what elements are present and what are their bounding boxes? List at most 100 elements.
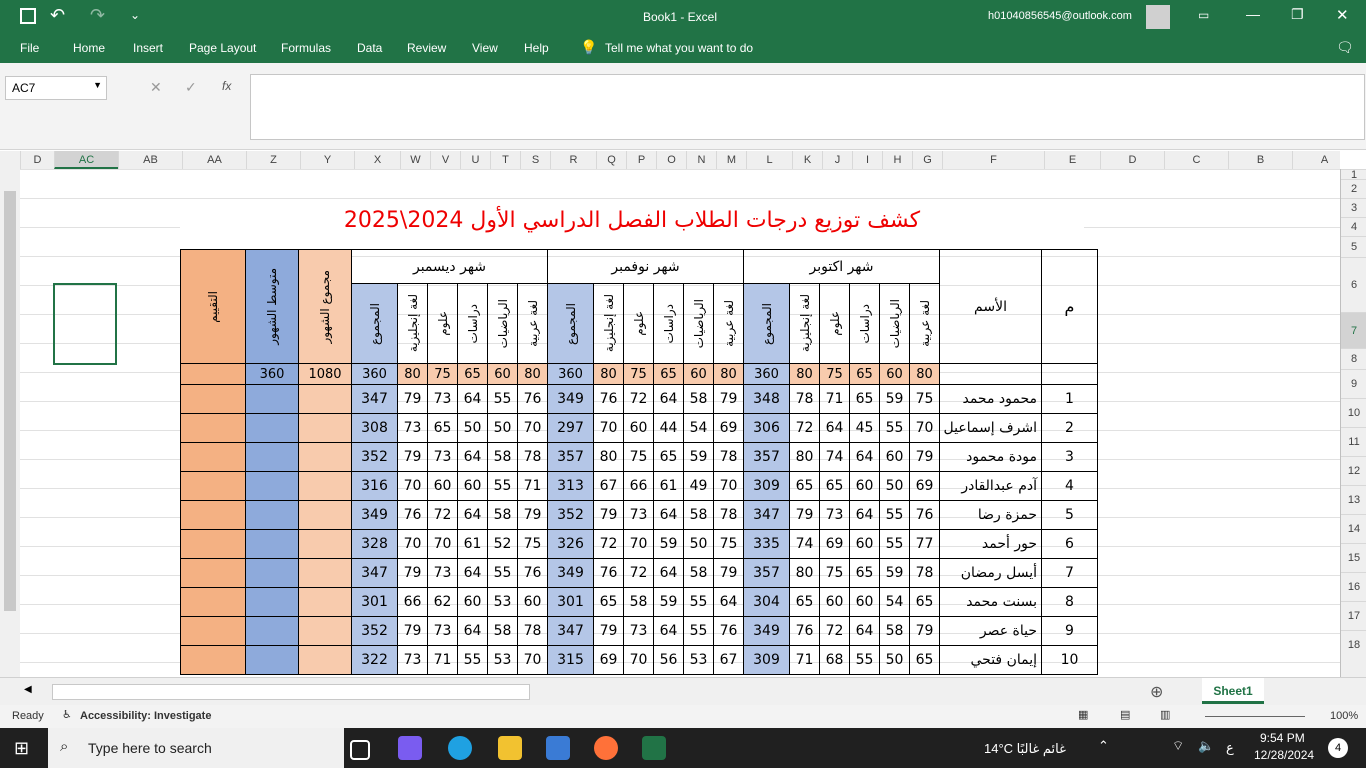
empty-cell[interactable] bbox=[939, 363, 1042, 385]
student-score[interactable]: 60 bbox=[457, 587, 488, 617]
tab-view[interactable]: View bbox=[472, 41, 498, 55]
student-month-total[interactable]: 348 bbox=[743, 384, 790, 414]
student-index[interactable]: 2 bbox=[1041, 413, 1098, 443]
student-score[interactable]: 62 bbox=[427, 587, 458, 617]
ribbon-display-icon[interactable]: ▭ bbox=[1198, 8, 1209, 22]
taskbar-search[interactable]: ⌕ Type here to search bbox=[48, 728, 344, 768]
row-header[interactable]: 17 bbox=[1341, 601, 1366, 630]
student-score[interactable]: 73 bbox=[623, 616, 654, 646]
student-score[interactable]: 67 bbox=[713, 645, 744, 675]
insert-function-icon[interactable]: fx bbox=[222, 79, 231, 93]
student-score[interactable]: 72 bbox=[427, 500, 458, 530]
header-subject[interactable]: لغة إنجليزية bbox=[397, 283, 428, 364]
student-score[interactable]: 65 bbox=[789, 587, 820, 617]
comments-icon[interactable]: 🗨 bbox=[1336, 39, 1354, 56]
sheet-tab-sheet1[interactable]: Sheet1 bbox=[1202, 678, 1264, 704]
student-score[interactable]: 55 bbox=[683, 587, 714, 617]
student-score[interactable]: 55 bbox=[879, 413, 910, 443]
student-score[interactable]: 66 bbox=[397, 587, 428, 617]
row-header[interactable]: 7 bbox=[1341, 312, 1366, 348]
column-header[interactable]: T bbox=[490, 151, 520, 169]
max-score[interactable]: 80 bbox=[397, 363, 428, 385]
row-header[interactable]: 4 bbox=[1341, 217, 1366, 236]
column-header[interactable]: E bbox=[1044, 151, 1100, 169]
header-subject[interactable]: المجموع bbox=[547, 283, 594, 364]
student-grade[interactable] bbox=[180, 500, 246, 530]
max-score[interactable]: 65 bbox=[849, 363, 880, 385]
student-month-total[interactable]: 352 bbox=[351, 616, 398, 646]
student-name[interactable]: حور أحمد bbox=[939, 529, 1042, 559]
weather[interactable]: 14°C غائم غالبًا bbox=[984, 741, 1066, 757]
student-score[interactable]: 79 bbox=[397, 558, 428, 588]
selected-cell[interactable] bbox=[53, 283, 117, 365]
student-month-total[interactable]: 347 bbox=[351, 558, 398, 588]
student-grade[interactable] bbox=[180, 529, 246, 559]
student-index[interactable]: 7 bbox=[1041, 558, 1098, 588]
student-score[interactable]: 60 bbox=[849, 587, 880, 617]
student-month-total[interactable]: 357 bbox=[547, 442, 594, 472]
max-score[interactable]: 360 bbox=[547, 363, 594, 385]
header-subject[interactable]: الرياضيات bbox=[487, 283, 518, 364]
page-break-view-icon[interactable]: ▥ bbox=[1160, 708, 1170, 721]
student-score[interactable]: 55 bbox=[849, 645, 880, 675]
tab-page-layout[interactable]: Page Layout bbox=[189, 41, 256, 55]
header-subject[interactable]: علوم bbox=[427, 283, 458, 364]
student-score[interactable]: 74 bbox=[789, 529, 820, 559]
student-score[interactable]: 64 bbox=[457, 616, 488, 646]
file-explorer-icon[interactable] bbox=[498, 736, 522, 760]
student-month-total[interactable]: 309 bbox=[743, 645, 790, 675]
student-avg[interactable] bbox=[245, 500, 299, 530]
student-score[interactable]: 64 bbox=[819, 413, 850, 443]
row-header[interactable]: 14 bbox=[1341, 514, 1366, 543]
excel-icon[interactable] bbox=[642, 736, 666, 760]
student-month-total[interactable]: 326 bbox=[547, 529, 594, 559]
student-month-total[interactable]: 357 bbox=[743, 558, 790, 588]
student-score[interactable]: 58 bbox=[487, 442, 518, 472]
max-grade[interactable] bbox=[180, 363, 246, 385]
student-sum[interactable] bbox=[298, 616, 352, 646]
header-subject[interactable]: لغة عربية bbox=[517, 283, 548, 364]
student-score[interactable]: 78 bbox=[517, 442, 548, 472]
student-score[interactable]: 76 bbox=[789, 616, 820, 646]
enter-formula-icon[interactable]: ✓ bbox=[185, 79, 197, 96]
column-header[interactable]: P bbox=[626, 151, 656, 169]
student-sum[interactable] bbox=[298, 558, 352, 588]
student-score[interactable]: 65 bbox=[849, 558, 880, 588]
chevron-down-icon[interactable]: ▼ bbox=[93, 80, 102, 90]
max-score[interactable]: 60 bbox=[683, 363, 714, 385]
student-score[interactable]: 70 bbox=[427, 529, 458, 559]
save-icon[interactable] bbox=[20, 8, 36, 24]
student-score[interactable]: 75 bbox=[517, 529, 548, 559]
student-score[interactable]: 79 bbox=[909, 442, 940, 472]
student-sum[interactable] bbox=[298, 587, 352, 617]
max-score[interactable]: 80 bbox=[789, 363, 820, 385]
max-score[interactable]: 360 bbox=[351, 363, 398, 385]
student-score[interactable]: 75 bbox=[623, 442, 654, 472]
student-score[interactable]: 64 bbox=[653, 558, 684, 588]
page-layout-view-icon[interactable]: ▤ bbox=[1120, 708, 1130, 721]
student-month-total[interactable]: 313 bbox=[547, 471, 594, 501]
student-month-total[interactable]: 301 bbox=[547, 587, 594, 617]
row-header[interactable]: 3 bbox=[1341, 198, 1366, 217]
header-subject[interactable]: المجموع bbox=[351, 283, 398, 364]
student-name[interactable]: حمزة رضا bbox=[939, 500, 1042, 530]
student-month-total[interactable]: 297 bbox=[547, 413, 594, 443]
student-score[interactable]: 64 bbox=[653, 616, 684, 646]
student-score[interactable]: 60 bbox=[849, 471, 880, 501]
student-name[interactable]: إيمان فتحي bbox=[939, 645, 1042, 675]
student-score[interactable]: 45 bbox=[849, 413, 880, 443]
student-score[interactable]: 73 bbox=[623, 500, 654, 530]
header-subject[interactable]: علوم bbox=[819, 283, 850, 364]
name-box[interactable]: AC7 ▼ bbox=[5, 76, 107, 100]
header-subject[interactable]: الرياضيات bbox=[879, 283, 910, 364]
max-score[interactable]: 75 bbox=[819, 363, 850, 385]
windows-start-icon[interactable]: ⊞ bbox=[14, 738, 29, 759]
column-header[interactable]: D bbox=[1100, 151, 1164, 169]
max-avg[interactable]: 360 bbox=[245, 363, 299, 385]
zoom-level[interactable]: 100% bbox=[1330, 710, 1358, 722]
student-score[interactable]: 60 bbox=[849, 529, 880, 559]
student-score[interactable]: 79 bbox=[397, 442, 428, 472]
student-score[interactable]: 60 bbox=[819, 587, 850, 617]
row-header[interactable]: 13 bbox=[1341, 485, 1366, 514]
student-score[interactable]: 58 bbox=[683, 558, 714, 588]
